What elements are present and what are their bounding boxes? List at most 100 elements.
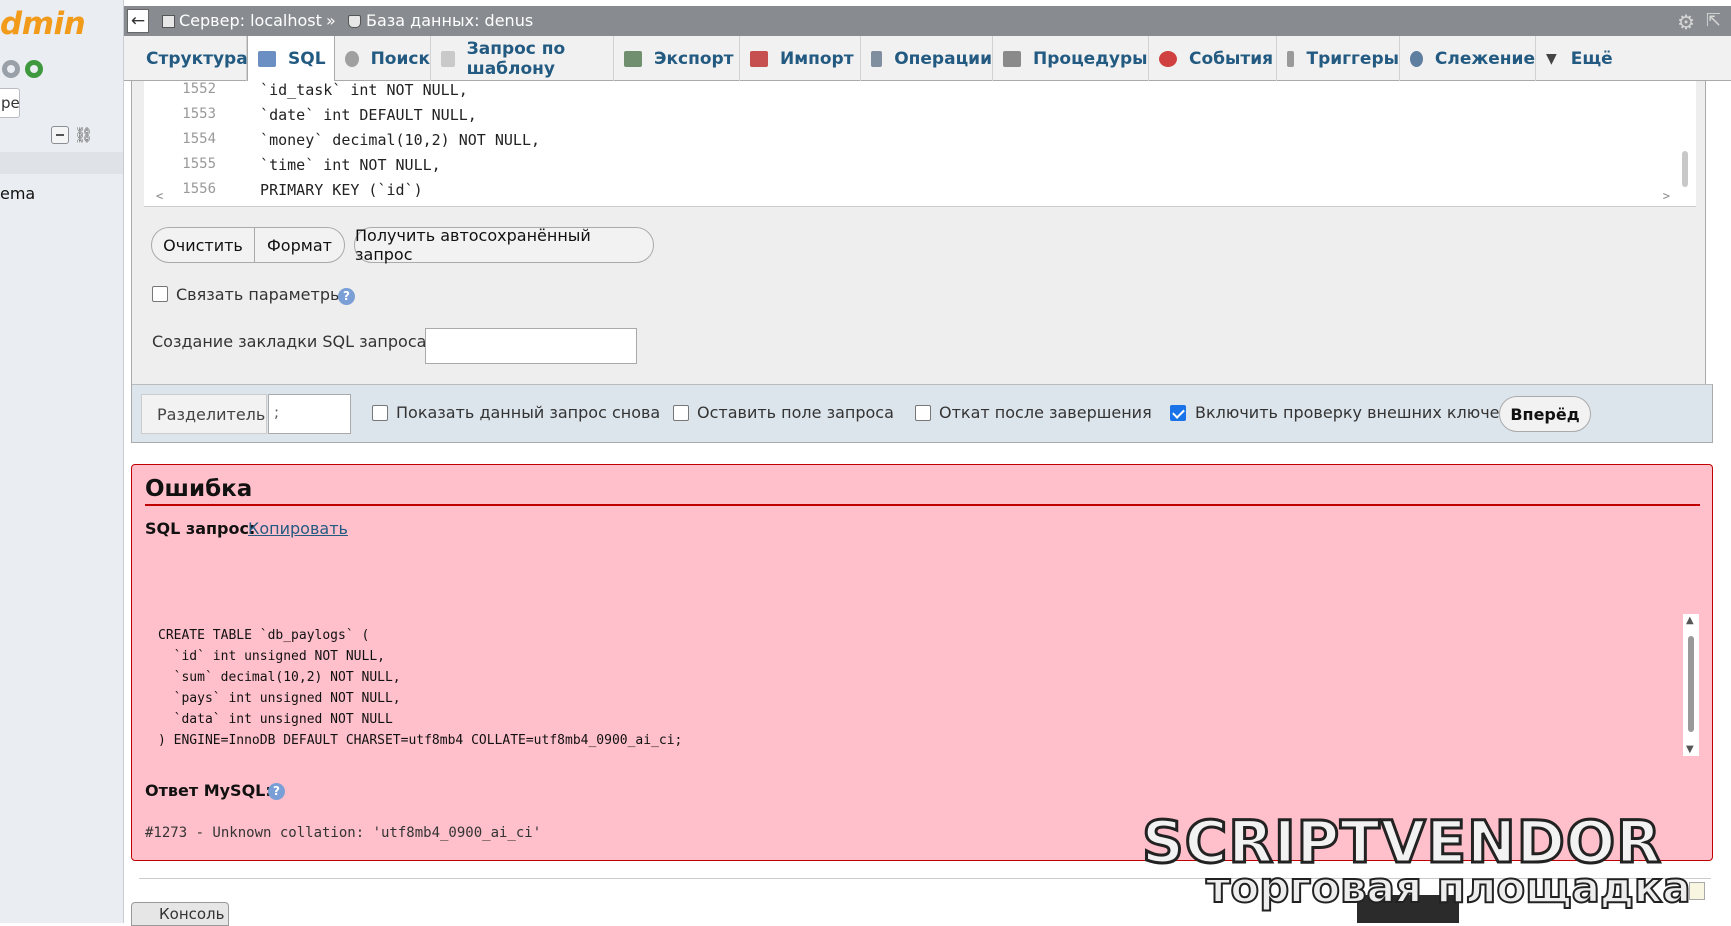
code-line: 1553 `date` int DEFAULT NULL, <box>144 106 1696 131</box>
line-number: 1553 <box>182 106 216 122</box>
bookmark-input[interactable] <box>425 328 637 364</box>
breadcrumb-bar: ← Сервер: localhost » База данных: denus… <box>124 6 1731 36</box>
tab-label: Триггеры <box>1306 48 1399 69</box>
bookmark-label: Создание закладки SQL запроса: <box>152 332 432 351</box>
get-autosaved-query-button[interactable]: Получить автосохранённый запрос <box>354 226 654 264</box>
code-text: `id_task` int NOT NULL, <box>242 81 468 99</box>
routines-icon <box>1003 50 1021 67</box>
back-arrow-icon[interactable]: ← <box>127 9 149 33</box>
code-line: 1554 `money` decimal(10,2) NOT NULL, <box>144 131 1696 156</box>
breadcrumb-server[interactable]: Сервер: localhost <box>179 11 322 30</box>
collapse-all-icon[interactable] <box>51 126 69 144</box>
error-code-line: `sum` decimal(10,2) NOT NULL, <box>158 670 401 685</box>
line-number: 1552 <box>182 81 216 97</box>
tab-label: Поиск <box>370 48 430 69</box>
error-code-line: `data` int unsigned NOT NULL <box>158 712 393 727</box>
bind-parameters-checkbox[interactable] <box>152 286 168 302</box>
search-icon <box>345 50 359 67</box>
sql-editor[interactable]: 1552 `id_task` int NOT NULL, 1553 `date`… <box>144 81 1696 207</box>
gear-icon[interactable] <box>2 60 20 78</box>
scroll-up-icon[interactable]: ▲ <box>1686 615 1694 626</box>
delimiter-label: Разделитель <box>141 394 267 434</box>
error-code-scrollbar[interactable]: ▲ ▼ <box>1683 614 1699 756</box>
breadcrumb-database[interactable]: База данных: denus <box>366 11 533 30</box>
editor-horizontal-scrollbar[interactable]: < > <box>156 189 1686 204</box>
delimiter-input[interactable]: ; <box>268 394 351 434</box>
mysql-error-message: #1273 - Unknown collation: 'utf8mb4_0900… <box>145 825 542 841</box>
show-query-again-checkbox[interactable] <box>372 405 388 421</box>
bind-parameters-label: Связать параметры <box>176 285 343 304</box>
tab-more[interactable]: ▼ Ещё <box>1536 36 1731 81</box>
code-text: `money` decimal(10,2) NOT NULL, <box>242 131 541 149</box>
error-divider <box>145 504 1700 506</box>
error-code-line: `pays` int unsigned NOT NULL, <box>158 691 401 706</box>
tab-label: Запрос по шаблону <box>466 38 566 79</box>
tab-label: События <box>1189 48 1274 69</box>
watermark-dark-patch <box>1357 895 1459 923</box>
console-tab[interactable]: Консоль <box>131 902 229 926</box>
show-query-again-label: Показать данный запрос снова <box>396 403 661 422</box>
tab-label: Процедуры <box>1033 48 1148 69</box>
navigation-tree-row[interactable] <box>0 152 123 174</box>
code-line: 1555 `time` int NOT NULL, <box>144 156 1696 181</box>
tab-events[interactable]: События <box>1149 36 1277 81</box>
wrench-icon <box>871 50 883 67</box>
tab-import[interactable]: Импорт <box>740 36 861 81</box>
editor-vertical-scrollbar[interactable] <box>1682 151 1688 187</box>
events-clock-icon <box>1159 50 1177 67</box>
tab-tracking[interactable]: Слежение <box>1400 36 1536 81</box>
foreign-key-checks-checkbox[interactable] <box>1170 405 1186 421</box>
tab-label: Экспорт <box>654 48 734 69</box>
tab-label: Операции <box>894 48 992 69</box>
line-number: 1555 <box>182 156 216 172</box>
error-sql-label: SQL запрос: <box>145 519 256 538</box>
scroll-left-icon[interactable]: < <box>156 189 163 203</box>
chevron-down-icon: ▼ <box>1546 50 1557 67</box>
mysql-response-label: Ответ MySQL: <box>145 781 272 800</box>
navigation-panel: dmin pe ⛓ ema <box>0 0 124 923</box>
help-icon[interactable]: ? <box>268 783 285 800</box>
query-template-icon <box>441 50 455 67</box>
tab-operations[interactable]: Операции <box>861 36 993 81</box>
clear-button[interactable]: Очистить <box>151 227 255 263</box>
tab-routines[interactable]: Процедуры <box>993 36 1149 81</box>
code-text: `date` int DEFAULT NULL, <box>242 106 477 124</box>
main-tabs: Структура SQL Поиск Запрос по шаблону Эк… <box>124 36 1731 82</box>
rollback-checkbox[interactable] <box>915 405 931 421</box>
tab-triggers[interactable]: Триггеры <box>1277 36 1400 81</box>
scroll-down-icon[interactable]: ▼ <box>1686 744 1694 755</box>
copy-query-link[interactable]: Копировать <box>248 519 348 538</box>
link-with-main-panel-icon[interactable]: ⛓ <box>74 126 93 144</box>
eye-icon <box>1410 50 1423 67</box>
settings-gear-icon[interactable]: ⚙ <box>1677 10 1695 34</box>
format-button[interactable]: Формат <box>254 227 345 263</box>
export-icon <box>624 50 642 67</box>
retain-query-box-checkbox[interactable] <box>673 405 689 421</box>
go-button[interactable]: Вперёд <box>1499 396 1591 432</box>
error-title: Ошибка <box>145 476 253 502</box>
code-line: 1552 `id_task` int NOT NULL, <box>144 81 1696 106</box>
code-text: `time` int NOT NULL, <box>242 156 441 174</box>
tab-sql[interactable]: SQL <box>247 36 335 82</box>
database-icon <box>348 15 361 28</box>
navigation-filter-input[interactable]: pe <box>0 88 20 118</box>
scrollbar-thumb[interactable] <box>1688 636 1694 732</box>
navigation-tree-item[interactable]: ema <box>0 184 35 203</box>
help-icon[interactable]: ? <box>338 288 355 305</box>
tab-query-template[interactable]: Запрос по шаблону <box>431 36 614 81</box>
scroll-right-icon[interactable]: > <box>1663 189 1670 203</box>
notepad-icon[interactable] <box>1689 882 1705 900</box>
phpmyadmin-logo[interactable]: dmin <box>0 6 86 42</box>
error-code-line: `id` int unsigned NOT NULL, <box>158 649 385 664</box>
tab-structure[interactable]: Структура <box>124 36 248 81</box>
tab-label: SQL <box>288 49 326 69</box>
collapse-top-icon[interactable]: ⇱ <box>1706 10 1721 31</box>
retain-query-box-label: Оставить поле запроса <box>697 403 894 422</box>
line-number: 1554 <box>182 131 216 147</box>
tab-export[interactable]: Экспорт <box>614 36 740 81</box>
tab-search[interactable]: Поиск <box>335 36 431 81</box>
error-code-line: ) ENGINE=InnoDB DEFAULT CHARSET=utf8mb4 … <box>158 733 683 748</box>
reload-icon[interactable] <box>25 60 43 78</box>
sql-icon <box>258 51 276 67</box>
breadcrumb-separator: » <box>326 11 336 30</box>
